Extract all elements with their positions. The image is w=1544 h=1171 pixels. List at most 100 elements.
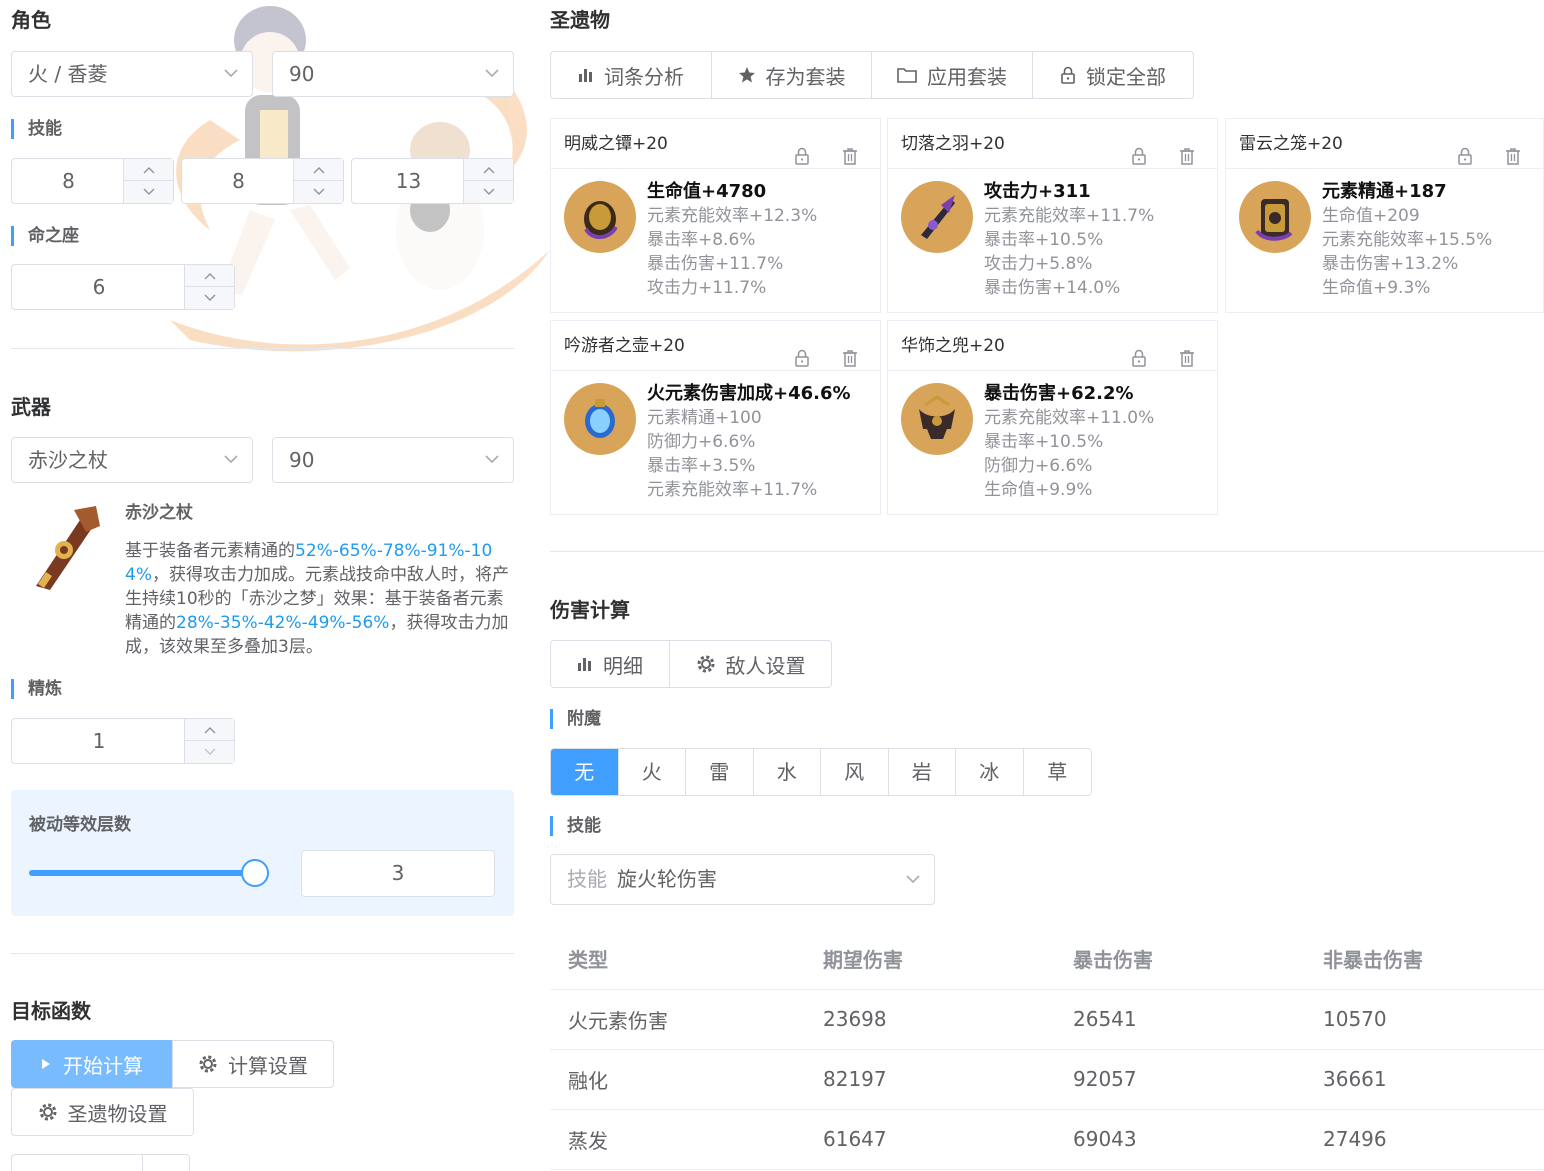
artifact-sub-stat: 暴击率+10.5%: [984, 230, 1104, 250]
skills-label: 技能: [11, 119, 62, 139]
table-cell: 23698: [805, 989, 1055, 1050]
passive-value-input[interactable]: 3: [301, 850, 495, 897]
artifact-name: 吟游者之壶+20: [564, 336, 685, 356]
damage-section-title: 伤害计算: [550, 598, 630, 622]
start-calc-button[interactable]: 开始计算: [11, 1040, 173, 1088]
passive-slider-fill: [29, 870, 255, 876]
character-select[interactable]: 火 / 香菱: [11, 51, 253, 97]
tab-detail[interactable]: 明细: [551, 641, 670, 687]
artifact-sub-stat: 暴击率+10.5%: [984, 432, 1104, 452]
artifact-card[interactable]: 雷云之笼+20 元素精通+187 生命值+209 元素充能效率+15.5% 暴击伤害+1…: [1225, 118, 1544, 313]
infusion-option[interactable]: 雷: [686, 749, 754, 795]
artifact-card-header: 吟游者之壶+20: [551, 321, 880, 371]
artifact-name: 切落之羽+20: [901, 134, 1005, 154]
gear-icon: [39, 1103, 56, 1121]
infusion-option[interactable]: 岩: [888, 749, 956, 795]
artifact-card-body: 暴击伤害+62.2% 元素充能效率+11.0% 暴击率+10.5% 防御力+6.6% 生…: [888, 371, 1217, 514]
stat-analysis-button[interactable]: 词条分析: [551, 52, 712, 98]
chevron-down-icon: [224, 68, 238, 80]
increment-button[interactable]: [464, 159, 513, 181]
weapon-level-value: 90: [289, 448, 315, 472]
artifact-sub-stat: 暴击伤害+11.7%: [647, 254, 784, 274]
infusion-option[interactable]: 冰: [956, 749, 1024, 795]
decrement-button[interactable]: [464, 181, 513, 203]
weapon-level-select[interactable]: 90: [272, 437, 514, 483]
character-select-value: 火 / 香菱: [28, 62, 108, 86]
table-cell: 27496: [1305, 1109, 1544, 1170]
artifact-settings-button[interactable]: 圣遗物设置: [11, 1088, 194, 1136]
decrement-button[interactable]: [185, 287, 234, 309]
skill-level-input-1[interactable]: 8: [11, 158, 174, 204]
increment-button[interactable]: [124, 159, 173, 181]
artifact-name: 明威之镡+20: [564, 134, 668, 154]
artifact-sub-stat: 元素充能效率+12.3%: [647, 206, 818, 226]
table-header-cell: 非暴击伤害: [1305, 929, 1544, 990]
gear-icon: [697, 655, 714, 673]
artifact-sub-stat: 生命值+9.3%: [1322, 278, 1431, 298]
increment-button[interactable]: [185, 265, 234, 287]
passive-slider-thumb[interactable]: [241, 859, 269, 887]
apply-set-button[interactable]: 应用套装: [872, 52, 1033, 98]
partial-button[interactable]: [11, 1154, 190, 1171]
damage-table: 类型 期望伤害 暴击伤害 非暴击伤害 火元素伤害 23698 26541 10570 融化 82…: [550, 929, 1544, 1170]
artifact-main-stat: 生命值+4780: [647, 181, 767, 202]
weapon-desc-text: 基于装备者元素精通的: [125, 541, 295, 561]
play-icon: [42, 1059, 50, 1069]
folder-icon: [897, 68, 917, 83]
infusion-label: 附魔: [550, 709, 601, 729]
weapon-select[interactable]: 赤沙之杖: [11, 437, 253, 483]
artifact-sub-stat: 暴击率+3.5%: [647, 456, 756, 476]
artifact-card-body: 生命值+4780 元素充能效率+12.3% 暴击率+8.6% 暴击伤害+11.7% 攻击…: [551, 169, 880, 312]
artifact-sub-stat: 生命值+9.9%: [984, 480, 1093, 500]
skill-level-input-3[interactable]: 13: [351, 158, 514, 204]
artifact-card[interactable]: 切落之羽+20 攻击力+311 元素充能效率+11.7% 暴击率+10.5% 攻击力+5…: [887, 118, 1218, 313]
passive-slider-track[interactable]: [29, 859, 269, 887]
damage-skill-label: 技能: [550, 816, 601, 836]
save-set-button[interactable]: 存为套装: [712, 52, 872, 98]
bar-chart-icon: [579, 69, 592, 82]
infusion-option[interactable]: 水: [753, 749, 821, 795]
table-header-cell: 类型: [550, 929, 805, 990]
decrement-button[interactable]: [185, 741, 234, 763]
artifact-card-header: 华饰之兜+20: [888, 321, 1217, 371]
artifact-card[interactable]: 明威之镡+20 生命值+4780 元素充能效率+12.3% 暴击率+8.6% 暴击伤害+…: [550, 118, 881, 313]
decrement-button[interactable]: [124, 181, 173, 203]
damage-skill-select[interactable]: 技能 旋火轮伤害: [550, 854, 935, 905]
artifact-sub-stat: 暴击率+8.6%: [647, 230, 756, 250]
artifact-icon: [901, 181, 973, 253]
refine-input[interactable]: 1: [11, 718, 235, 764]
artifact-name: 雷云之笼+20: [1239, 134, 1343, 154]
table-header-cell: 暴击伤害: [1055, 929, 1305, 990]
artifact-card[interactable]: 吟游者之壶+20 火元素伤害加成+46.6% 元素精通+100 防御力+6.6% 暴击率…: [550, 320, 881, 515]
artifact-sub-stat: 元素充能效率+11.7%: [984, 206, 1155, 226]
passive-label: 被动等效层数: [29, 815, 131, 835]
artifact-icon: [564, 181, 636, 253]
decrement-button[interactable]: [294, 181, 343, 203]
chevron-down-icon: [906, 874, 920, 886]
lock-all-button[interactable]: 锁定全部: [1033, 52, 1193, 98]
calc-settings-button[interactable]: 计算设置: [172, 1040, 334, 1088]
chevron-down-icon: [485, 68, 499, 80]
artifact-card-body: 火元素伤害加成+46.6% 元素精通+100 防御力+6.6% 暴击率+3.5% 元素充…: [551, 371, 880, 514]
increment-button[interactable]: [294, 159, 343, 181]
infusion-option[interactable]: 无: [551, 749, 619, 795]
table-row: 融化 82197 92057 36661: [550, 1049, 1544, 1110]
infusion-option[interactable]: 火: [618, 749, 686, 795]
skill-level-input-2[interactable]: 8: [181, 158, 344, 204]
artifact-card-body: 攻击力+311 元素充能效率+11.7% 暴击率+10.5% 攻击力+5.8% 暴击伤害…: [888, 169, 1217, 312]
artifact-card[interactable]: 华饰之兜+20 暴击伤害+62.2% 元素充能效率+11.0% 暴击率+10.5% 防御…: [887, 320, 1218, 515]
infusion-option[interactable]: 风: [821, 749, 889, 795]
constellation-input[interactable]: 6: [11, 264, 235, 310]
table-row: 火元素伤害 23698 26541 10570: [550, 989, 1544, 1050]
table-cell: 蒸发: [550, 1109, 805, 1170]
character-level-select[interactable]: 90: [272, 51, 514, 97]
artifact-sub-stat: 防御力+6.6%: [647, 432, 756, 452]
artifact-sub-stat: 防御力+6.6%: [984, 456, 1093, 476]
increment-button[interactable]: [185, 719, 234, 741]
infusion-option[interactable]: 草: [1023, 749, 1091, 795]
weapon-desc-highlight: 28%-35%-42%-49%-56%: [176, 613, 390, 633]
artifact-name: 华饰之兜+20: [901, 336, 1005, 356]
table-cell: 10570: [1305, 989, 1544, 1050]
divider: [11, 953, 514, 954]
tab-enemy-settings[interactable]: 敌人设置: [670, 641, 831, 687]
